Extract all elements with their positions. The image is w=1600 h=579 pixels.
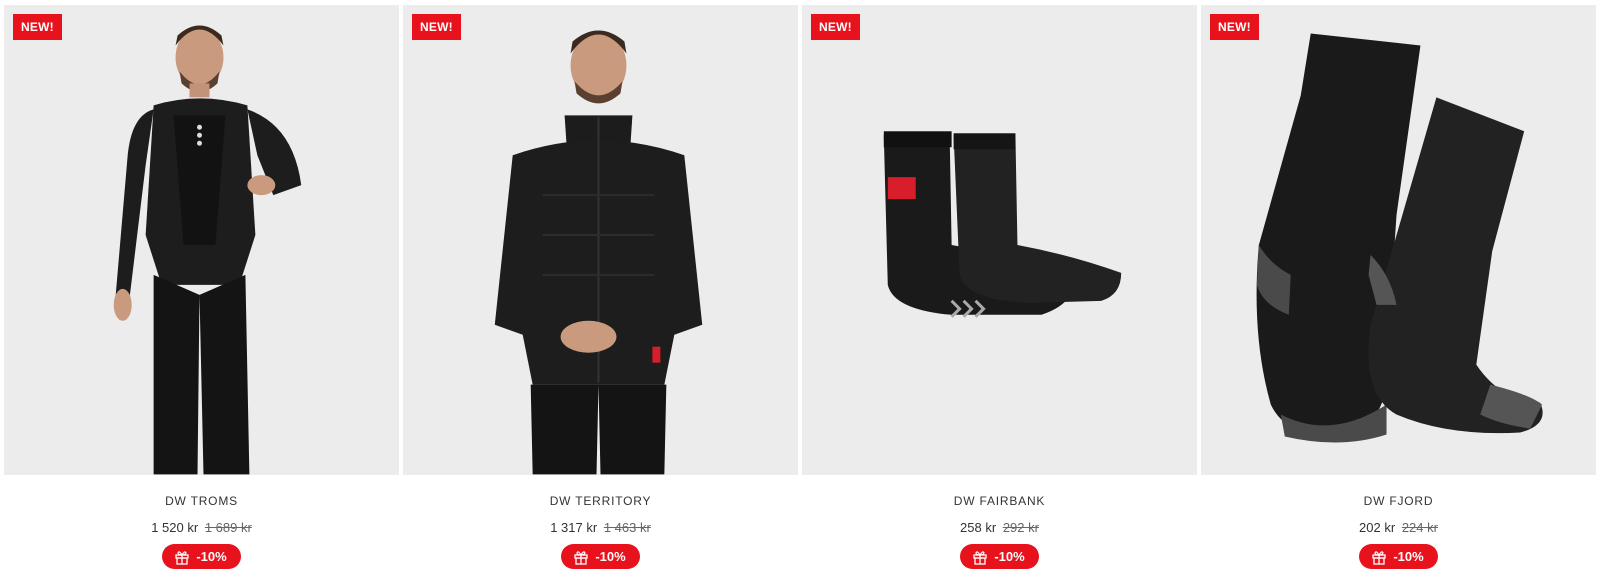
product-card[interactable]: NEW! DW TROMS 1 520 kr 1 689 kr -10%	[4, 5, 399, 579]
discount-badge[interactable]: -10%	[960, 544, 1039, 569]
gift-icon	[1372, 550, 1386, 565]
jacket-figure	[494, 30, 703, 475]
product-card[interactable]: NEW! DW TERRITORY 1 317 kr 1 463 kr -10%	[403, 5, 798, 579]
gift-icon	[973, 550, 987, 565]
product-card[interactable]: NEW! DW FAIRBANK 258 kr 292 kr -10%	[802, 5, 1197, 579]
discount-label: -10%	[994, 549, 1025, 564]
discount-badge[interactable]: -10%	[162, 544, 241, 569]
current-price: 202 kr	[1359, 520, 1396, 535]
product-card[interactable]: NEW! DW FJORD 202 kr 224 kr -10%	[1201, 5, 1596, 579]
original-price: 224 kr	[1401, 520, 1438, 535]
product-image[interactable]: NEW!	[403, 5, 798, 475]
product-image[interactable]: NEW!	[4, 5, 399, 475]
discount-badge[interactable]: -10%	[561, 544, 640, 569]
product-grid: NEW! DW TROMS 1 520 kr 1 689 kr -10% NEW…	[0, 0, 1600, 579]
discount-label: -10%	[595, 549, 626, 564]
new-badge: NEW!	[13, 14, 62, 40]
discount-label: -10%	[196, 549, 227, 564]
shoe-covers-figure	[883, 131, 1122, 318]
discount-badge[interactable]: -10%	[1359, 544, 1438, 569]
price-block: 258 kr 292 kr	[960, 520, 1039, 535]
product-image[interactable]: NEW!	[802, 5, 1197, 475]
product-title[interactable]: DW TERRITORY	[550, 494, 652, 508]
original-price: 292 kr	[1002, 520, 1039, 535]
product-image[interactable]: NEW!	[1201, 5, 1596, 475]
price-block: 1 520 kr 1 689 kr	[151, 520, 252, 535]
current-price: 1 317 kr	[550, 520, 598, 535]
current-price: 258 kr	[960, 520, 997, 535]
new-badge: NEW!	[1210, 14, 1259, 40]
discount-label: -10%	[1393, 549, 1424, 564]
gift-icon	[175, 550, 189, 565]
product-title[interactable]: DW TROMS	[165, 494, 238, 508]
price-block: 202 kr 224 kr	[1359, 520, 1438, 535]
new-badge: NEW!	[811, 14, 860, 40]
bib-tights-figure	[113, 25, 302, 475]
product-title[interactable]: DW FJORD	[1364, 494, 1434, 508]
socks-figure	[1256, 33, 1543, 443]
product-title[interactable]: DW FAIRBANK	[954, 494, 1045, 508]
gift-icon	[574, 550, 588, 565]
new-badge: NEW!	[412, 14, 461, 40]
original-price: 1 463 kr	[603, 520, 651, 535]
current-price: 1 520 kr	[151, 520, 199, 535]
original-price: 1 689 kr	[204, 520, 252, 535]
price-block: 1 317 kr 1 463 kr	[550, 520, 651, 535]
